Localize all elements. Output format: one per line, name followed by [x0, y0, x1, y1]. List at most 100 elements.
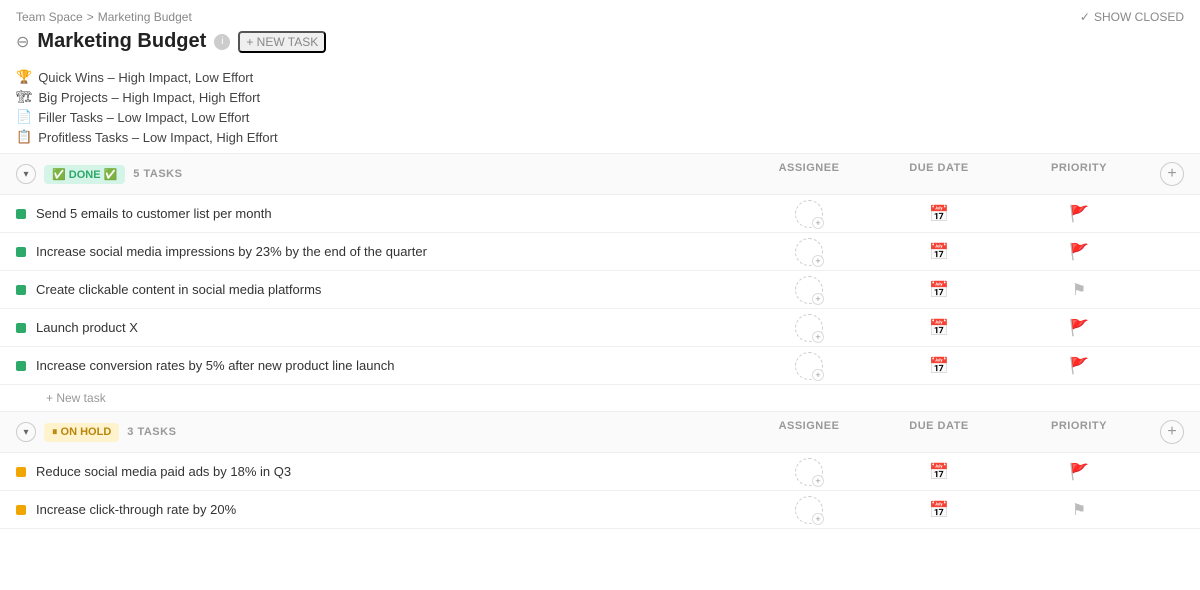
task-cols: + 📅 🚩: [744, 314, 1184, 342]
header: Team Space > Marketing Budget ⊖ Marketin…: [0, 0, 1200, 53]
assignee-cell: +: [744, 352, 874, 380]
title-row: ⊖ Marketing Budget i + NEW TASK: [16, 30, 1184, 53]
breadcrumb-team[interactable]: Team Space: [16, 10, 83, 24]
task-name[interactable]: Reduce social media paid ads by 18% in Q…: [36, 464, 744, 479]
priority-flag-icon: 🚩: [1069, 356, 1089, 376]
duedate-cell[interactable]: 📅: [874, 238, 1004, 266]
onhold-priority-header: PRIORITY: [1004, 420, 1154, 444]
calendar-icon: 📅: [929, 462, 949, 482]
task-cols: + 📅 🚩: [744, 458, 1184, 486]
priority-cell[interactable]: 🚩: [1004, 314, 1154, 342]
row-add: [1154, 276, 1184, 304]
onhold-collapse-button[interactable]: ▾: [16, 422, 36, 442]
breadcrumb-page: Marketing Budget: [98, 10, 192, 24]
done-badge-label: ✅ DONE ✅: [52, 168, 117, 181]
onhold-add-button[interactable]: +: [1160, 420, 1184, 444]
quadrant-item: 📄 Filler Tasks – Low Impact, Low Effort: [16, 109, 1184, 125]
quadrant-label-1: Quick Wins – High Impact, Low Effort: [38, 70, 253, 85]
done-priority-header: PRIORITY: [1004, 162, 1154, 186]
row-add: [1154, 200, 1184, 228]
avatar[interactable]: +: [795, 276, 823, 304]
info-icon[interactable]: i: [214, 34, 230, 50]
task-status-dot: [16, 467, 26, 477]
calendar-icon: 📅: [929, 356, 949, 376]
onhold-section-header: ▾ ⏸ ON HOLD 3 TASKS ASSIGNEE DUE DATE PR…: [0, 411, 1200, 453]
table-row: Increase social media impressions by 23%…: [0, 233, 1200, 271]
row-add: [1154, 496, 1184, 524]
priority-cell[interactable]: 🚩: [1004, 238, 1154, 266]
quadrant-list: 🏆 Quick Wins – High Impact, Low Effort 🏗…: [0, 53, 1200, 153]
quadrant-label-4: Profitless Tasks – Low Impact, High Effo…: [38, 130, 277, 145]
assignee-cell: +: [744, 238, 874, 266]
task-status-dot: [16, 247, 26, 257]
priority-cell[interactable]: 🚩: [1004, 458, 1154, 486]
add-assignee-icon: +: [812, 255, 824, 267]
priority-flag-icon: 🚩: [1069, 242, 1089, 262]
task-name[interactable]: Send 5 emails to customer list per month: [36, 206, 744, 221]
quadrant-icon-4: 📋: [16, 129, 32, 145]
add-assignee-icon: +: [812, 513, 824, 525]
assignee-cell: +: [744, 276, 874, 304]
quadrant-icon-3: 📄: [16, 109, 32, 125]
priority-cell[interactable]: 🚩: [1004, 200, 1154, 228]
task-cols: + 📅 🚩: [744, 200, 1184, 228]
add-assignee-icon: +: [812, 369, 824, 381]
avatar[interactable]: +: [795, 314, 823, 342]
avatar[interactable]: +: [795, 458, 823, 486]
onhold-badge-label: ⏸ ON HOLD: [52, 426, 111, 439]
quadrant-item: 🏆 Quick Wins – High Impact, Low Effort: [16, 69, 1184, 85]
onhold-badge: ⏸ ON HOLD: [44, 423, 119, 442]
task-cols: + 📅 🚩: [744, 352, 1184, 380]
task-cols: + 📅 ⚑: [744, 496, 1184, 524]
task-name[interactable]: Launch product X: [36, 320, 744, 335]
priority-flag-icon: ⚑: [1072, 500, 1086, 520]
calendar-icon: 📅: [929, 280, 949, 300]
duedate-cell[interactable]: 📅: [874, 276, 1004, 304]
done-new-task-row[interactable]: + New task: [0, 385, 1200, 411]
duedate-cell[interactable]: 📅: [874, 200, 1004, 228]
add-assignee-icon: +: [812, 475, 824, 487]
page-title: Marketing Budget: [37, 30, 206, 53]
task-name[interactable]: Increase social media impressions by 23%…: [36, 244, 744, 259]
onhold-duedate-header: DUE DATE: [874, 420, 1004, 444]
priority-cell[interactable]: 🚩: [1004, 352, 1154, 380]
calendar-icon: 📅: [929, 242, 949, 262]
duedate-cell[interactable]: 📅: [874, 496, 1004, 524]
assignee-cell: +: [744, 496, 874, 524]
task-status-dot: [16, 505, 26, 515]
done-add-button[interactable]: +: [1160, 162, 1184, 186]
calendar-icon: 📅: [929, 204, 949, 224]
priority-flag-icon: ⚑: [1072, 280, 1086, 300]
calendar-icon: 📅: [929, 500, 949, 520]
show-closed-button[interactable]: ✓ SHOW CLOSED: [1080, 10, 1184, 24]
duedate-cell[interactable]: 📅: [874, 352, 1004, 380]
done-header-cols: ASSIGNEE DUE DATE PRIORITY +: [744, 162, 1184, 186]
done-collapse-button[interactable]: ▾: [16, 164, 36, 184]
priority-flag-icon: 🚩: [1069, 318, 1089, 338]
collapse-icon[interactable]: ⊖: [16, 32, 29, 52]
done-assignee-header: ASSIGNEE: [744, 162, 874, 186]
duedate-cell[interactable]: 📅: [874, 458, 1004, 486]
row-add: [1154, 314, 1184, 342]
table-row: Reduce social media paid ads by 18% in Q…: [0, 453, 1200, 491]
new-task-button[interactable]: + NEW TASK: [238, 31, 326, 53]
table-row: Increase click-through rate by 20% + 📅 ⚑: [0, 491, 1200, 529]
priority-cell[interactable]: ⚑: [1004, 276, 1154, 304]
onhold-header-cols: ASSIGNEE DUE DATE PRIORITY +: [744, 420, 1184, 444]
avatar[interactable]: +: [795, 352, 823, 380]
row-add: [1154, 238, 1184, 266]
task-name[interactable]: Increase conversion rates by 5% after ne…: [36, 358, 744, 373]
add-assignee-icon: +: [812, 217, 824, 229]
avatar[interactable]: +: [795, 238, 823, 266]
priority-cell[interactable]: ⚑: [1004, 496, 1154, 524]
avatar[interactable]: +: [795, 200, 823, 228]
task-name[interactable]: Increase click-through rate by 20%: [36, 502, 744, 517]
table-row: Send 5 emails to customer list per month…: [0, 195, 1200, 233]
onhold-add-col: +: [1154, 420, 1184, 444]
done-section: ▾ ✅ DONE ✅ 5 TASKS ASSIGNEE DUE DATE PRI…: [0, 153, 1200, 411]
task-name[interactable]: Create clickable content in social media…: [36, 282, 744, 297]
avatar[interactable]: +: [795, 496, 823, 524]
duedate-cell[interactable]: 📅: [874, 314, 1004, 342]
assignee-cell: +: [744, 458, 874, 486]
done-badge: ✅ DONE ✅: [44, 165, 125, 184]
